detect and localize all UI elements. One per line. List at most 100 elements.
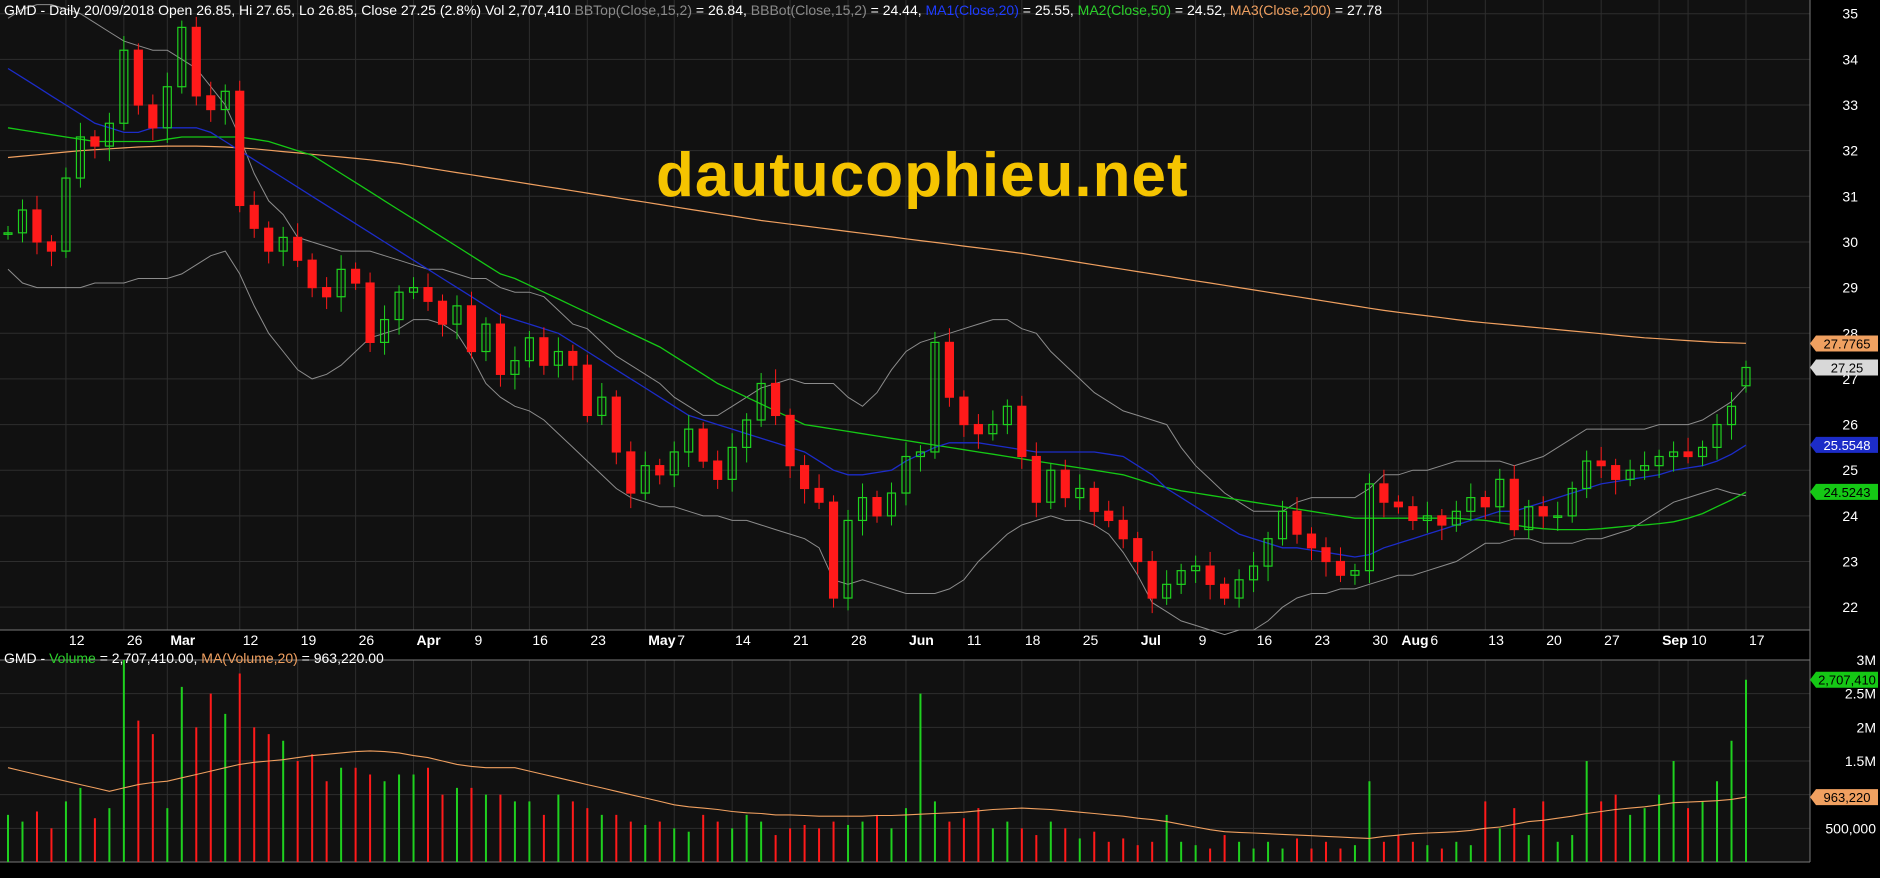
price-tick-label: 23 <box>1842 554 1858 570</box>
chart-window: 2223242526272829303132333435500,0001M1.5… <box>0 0 1880 878</box>
volume-symbol: GMD - <box>4 650 50 666</box>
price-tick-label: 33 <box>1842 97 1858 113</box>
bbtop-value: = 26.84, <box>692 2 751 18</box>
candle-down <box>1509 478 1519 531</box>
candle-down <box>1104 510 1114 522</box>
price-panel <box>0 0 1810 630</box>
axis-marker-label-vol_ma: 963,220 <box>1824 790 1871 805</box>
candle-down <box>1335 560 1346 576</box>
date-tick-label: 13 <box>1488 632 1504 648</box>
candle-down <box>973 423 983 435</box>
date-tick-label: Apr <box>417 632 442 648</box>
volume-tick-label: 1.5M <box>1845 753 1876 769</box>
candle-down <box>698 428 708 462</box>
candle-down <box>466 305 477 353</box>
stock-chart[interactable]: 2223242526272829303132333435500,0001M1.5… <box>0 0 1880 878</box>
date-tick-label: 26 <box>359 632 375 648</box>
candle-down <box>1306 533 1317 549</box>
date-tick-label: 19 <box>301 632 317 648</box>
date-tick-label: 16 <box>1257 632 1273 648</box>
candle-down <box>235 90 245 207</box>
candle-down <box>800 465 810 490</box>
bbbot-label: BBBot(Close,15,2) <box>750 2 867 18</box>
axis-marker-label-vol: 2,707,410 <box>1818 673 1876 688</box>
volume-tick-label: 2M <box>1857 719 1876 735</box>
candle-down <box>264 227 274 252</box>
ma3-label: MA3(Close,200) <box>1229 2 1331 18</box>
candle-down <box>568 350 578 366</box>
candle-down <box>771 382 781 417</box>
candle-down <box>944 341 954 398</box>
candle-down <box>828 501 839 599</box>
candle-down <box>1205 565 1215 585</box>
price-tick-label: 24 <box>1842 508 1858 524</box>
candle-down <box>611 396 621 453</box>
price-tick-label: 35 <box>1842 6 1858 22</box>
volume-tick-label: 3M <box>1857 652 1876 668</box>
candle-down <box>1408 506 1418 522</box>
axis-marker-label-ma2: 24.5243 <box>1824 485 1871 500</box>
price-summary: GMD - Daily 20/09/2018 Open 26.85, Hi 27… <box>4 2 571 18</box>
ma1-value: = 25.55, <box>1018 2 1078 18</box>
candle-down <box>785 414 795 467</box>
date-tick-label: 11 <box>967 632 982 648</box>
candle-down <box>1089 487 1099 512</box>
volume-ma-value: = 963,220.00 <box>297 650 384 666</box>
date-tick-label: 6 <box>1430 632 1438 648</box>
candle-down <box>1379 483 1389 503</box>
date-tick-label: 20 <box>1546 632 1562 648</box>
date-tick-label: 14 <box>735 632 751 648</box>
price-tick-label: 30 <box>1842 234 1858 250</box>
candle-down <box>1596 460 1606 467</box>
candle-down <box>133 49 143 106</box>
candle-down <box>1480 497 1490 508</box>
volume-ma-label: MA(Volume,20) <box>201 650 298 666</box>
volume-tick-label: 500,000 <box>1825 820 1876 836</box>
price-tick-label: 26 <box>1842 417 1858 433</box>
date-tick-label: 28 <box>851 632 867 648</box>
date-tick-label: Mar <box>170 632 195 648</box>
candle-down <box>1611 465 1621 480</box>
date-tick-label: 10 <box>1691 632 1707 648</box>
candle-down <box>1118 519 1128 540</box>
candle-down <box>191 26 201 97</box>
price-header: GMD - Daily 20/09/2018 Open 26.85, Hi 27… <box>4 2 1382 18</box>
candle-down <box>423 287 433 302</box>
candle-down <box>495 323 506 375</box>
candle-down <box>90 136 100 147</box>
axis-marker-label-ma3: 27.7765 <box>1824 336 1871 351</box>
candle-down <box>1393 501 1403 508</box>
candle-down <box>206 95 216 111</box>
candle-down <box>1292 510 1302 535</box>
candle-down <box>1060 469 1070 499</box>
candle-down <box>1133 538 1143 563</box>
date-tick-label: 16 <box>532 632 548 648</box>
price-tick-label: 32 <box>1842 143 1858 159</box>
price-tick-label: 34 <box>1842 51 1858 67</box>
candle-down <box>582 364 592 417</box>
date-tick-label: 7 <box>677 632 685 648</box>
candle-down <box>46 241 57 252</box>
candle-down <box>148 104 158 129</box>
price-tick-label: 29 <box>1842 280 1858 296</box>
candle-down <box>1321 547 1331 563</box>
date-tick-label: 12 <box>243 632 259 648</box>
date-tick-label: 12 <box>69 632 85 648</box>
date-tick-label: 9 <box>1199 632 1207 648</box>
date-tick-label: 18 <box>1025 632 1041 648</box>
bbbot-value: = 24.44, <box>866 2 926 18</box>
candle-down <box>32 209 42 243</box>
date-tick-label: 9 <box>474 632 482 648</box>
candle-down <box>307 259 317 289</box>
candle-down <box>322 287 332 298</box>
candle-down <box>814 487 824 503</box>
date-tick-label: 21 <box>793 632 809 648</box>
ma3-value: = 27.78 <box>1330 2 1382 18</box>
date-tick-label: Jul <box>1141 632 1161 648</box>
candle-down <box>1017 405 1027 458</box>
price-tick-label: 31 <box>1842 188 1858 204</box>
date-tick-label: 17 <box>1749 632 1765 648</box>
candle-down <box>1220 583 1230 599</box>
candle-down <box>872 497 882 517</box>
candle-down <box>1031 455 1041 503</box>
